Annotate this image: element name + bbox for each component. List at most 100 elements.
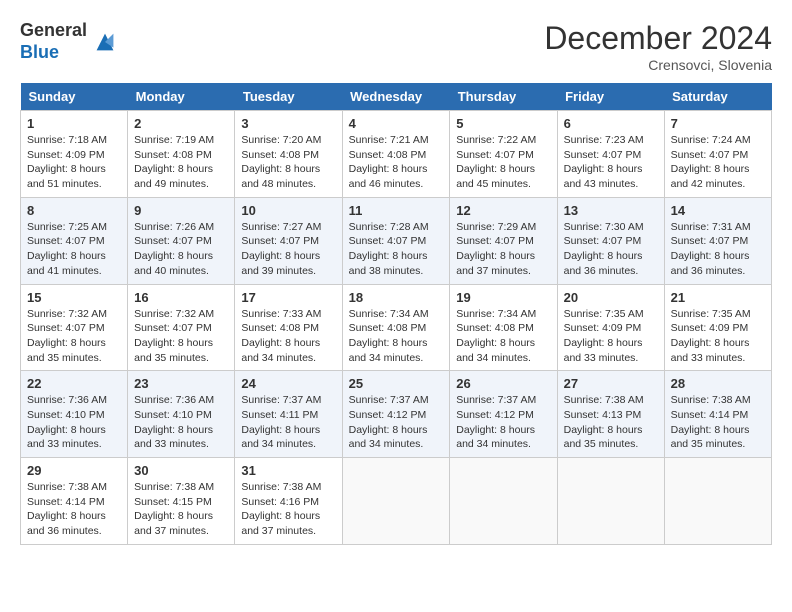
calendar-cell: 5 Sunrise: 7:22 AMSunset: 4:07 PMDayligh… (450, 111, 557, 198)
day-info: Sunrise: 7:38 AMSunset: 4:14 PMDaylight:… (671, 394, 751, 450)
day-info: Sunrise: 7:25 AMSunset: 4:07 PMDaylight:… (27, 221, 107, 277)
calendar-cell: 23 Sunrise: 7:36 AMSunset: 4:10 PMDaylig… (128, 371, 235, 458)
calendar-cell: 8 Sunrise: 7:25 AMSunset: 4:07 PMDayligh… (21, 197, 128, 284)
calendar-day-header: Thursday (450, 83, 557, 111)
calendar-cell: 19 Sunrise: 7:34 AMSunset: 4:08 PMDaylig… (450, 284, 557, 371)
calendar-cell: 25 Sunrise: 7:37 AMSunset: 4:12 PMDaylig… (342, 371, 450, 458)
day-number: 25 (349, 376, 444, 391)
day-number: 5 (456, 116, 550, 131)
day-number: 9 (134, 203, 228, 218)
day-number: 3 (241, 116, 335, 131)
calendar-cell: 11 Sunrise: 7:28 AMSunset: 4:07 PMDaylig… (342, 197, 450, 284)
day-number: 8 (27, 203, 121, 218)
day-number: 19 (456, 290, 550, 305)
calendar-cell: 12 Sunrise: 7:29 AMSunset: 4:07 PMDaylig… (450, 197, 557, 284)
logo-blue: Blue (20, 42, 87, 64)
day-info: Sunrise: 7:37 AMSunset: 4:11 PMDaylight:… (241, 394, 321, 450)
calendar-cell: 27 Sunrise: 7:38 AMSunset: 4:13 PMDaylig… (557, 371, 664, 458)
day-number: 11 (349, 203, 444, 218)
calendar-cell: 24 Sunrise: 7:37 AMSunset: 4:11 PMDaylig… (235, 371, 342, 458)
day-number: 23 (134, 376, 228, 391)
day-info: Sunrise: 7:28 AMSunset: 4:07 PMDaylight:… (349, 221, 429, 277)
calendar-cell: 26 Sunrise: 7:37 AMSunset: 4:12 PMDaylig… (450, 371, 557, 458)
day-info: Sunrise: 7:23 AMSunset: 4:07 PMDaylight:… (564, 134, 644, 190)
location: Crensovci, Slovenia (544, 57, 772, 73)
month-title: December 2024 (544, 20, 772, 57)
calendar-cell: 10 Sunrise: 7:27 AMSunset: 4:07 PMDaylig… (235, 197, 342, 284)
day-number: 16 (134, 290, 228, 305)
calendar-cell: 15 Sunrise: 7:32 AMSunset: 4:07 PMDaylig… (21, 284, 128, 371)
day-info: Sunrise: 7:33 AMSunset: 4:08 PMDaylight:… (241, 308, 321, 364)
day-info: Sunrise: 7:29 AMSunset: 4:07 PMDaylight:… (456, 221, 536, 277)
day-info: Sunrise: 7:30 AMSunset: 4:07 PMDaylight:… (564, 221, 644, 277)
calendar-cell: 4 Sunrise: 7:21 AMSunset: 4:08 PMDayligh… (342, 111, 450, 198)
day-number: 6 (564, 116, 658, 131)
day-number: 26 (456, 376, 550, 391)
logo-text: General Blue (20, 20, 87, 63)
day-number: 31 (241, 463, 335, 478)
day-number: 13 (564, 203, 658, 218)
day-number: 1 (27, 116, 121, 131)
day-info: Sunrise: 7:37 AMSunset: 4:12 PMDaylight:… (349, 394, 429, 450)
calendar-cell: 18 Sunrise: 7:34 AMSunset: 4:08 PMDaylig… (342, 284, 450, 371)
calendar-day-header: Tuesday (235, 83, 342, 111)
calendar-cell: 17 Sunrise: 7:33 AMSunset: 4:08 PMDaylig… (235, 284, 342, 371)
calendar-day-header: Saturday (664, 83, 771, 111)
day-number: 15 (27, 290, 121, 305)
day-number: 18 (349, 290, 444, 305)
calendar-cell: 21 Sunrise: 7:35 AMSunset: 4:09 PMDaylig… (664, 284, 771, 371)
calendar-cell: 22 Sunrise: 7:36 AMSunset: 4:10 PMDaylig… (21, 371, 128, 458)
day-info: Sunrise: 7:38 AMSunset: 4:13 PMDaylight:… (564, 394, 644, 450)
calendar-day-header: Monday (128, 83, 235, 111)
calendar-cell: 2 Sunrise: 7:19 AMSunset: 4:08 PMDayligh… (128, 111, 235, 198)
day-info: Sunrise: 7:18 AMSunset: 4:09 PMDaylight:… (27, 134, 107, 190)
calendar-cell: 30 Sunrise: 7:38 AMSunset: 4:15 PMDaylig… (128, 458, 235, 545)
day-info: Sunrise: 7:32 AMSunset: 4:07 PMDaylight:… (27, 308, 107, 364)
calendar-table: SundayMondayTuesdayWednesdayThursdayFrid… (20, 83, 772, 545)
day-number: 20 (564, 290, 658, 305)
calendar-week-row: 15 Sunrise: 7:32 AMSunset: 4:07 PMDaylig… (21, 284, 772, 371)
day-info: Sunrise: 7:34 AMSunset: 4:08 PMDaylight:… (349, 308, 429, 364)
day-number: 12 (456, 203, 550, 218)
day-info: Sunrise: 7:27 AMSunset: 4:07 PMDaylight:… (241, 221, 321, 277)
day-number: 28 (671, 376, 765, 391)
calendar-cell: 1 Sunrise: 7:18 AMSunset: 4:09 PMDayligh… (21, 111, 128, 198)
day-info: Sunrise: 7:38 AMSunset: 4:16 PMDaylight:… (241, 481, 321, 537)
calendar-week-row: 22 Sunrise: 7:36 AMSunset: 4:10 PMDaylig… (21, 371, 772, 458)
page-header: General Blue December 2024 Crensovci, Sl… (20, 20, 772, 73)
day-number: 7 (671, 116, 765, 131)
day-info: Sunrise: 7:38 AMSunset: 4:14 PMDaylight:… (27, 481, 107, 537)
day-number: 2 (134, 116, 228, 131)
title-block: December 2024 Crensovci, Slovenia (544, 20, 772, 73)
logo: General Blue (20, 20, 119, 63)
day-number: 30 (134, 463, 228, 478)
calendar-day-header: Friday (557, 83, 664, 111)
day-info: Sunrise: 7:35 AMSunset: 4:09 PMDaylight:… (564, 308, 644, 364)
day-info: Sunrise: 7:34 AMSunset: 4:08 PMDaylight:… (456, 308, 536, 364)
calendar-day-header: Wednesday (342, 83, 450, 111)
calendar-week-row: 8 Sunrise: 7:25 AMSunset: 4:07 PMDayligh… (21, 197, 772, 284)
day-info: Sunrise: 7:24 AMSunset: 4:07 PMDaylight:… (671, 134, 751, 190)
day-number: 29 (27, 463, 121, 478)
day-info: Sunrise: 7:22 AMSunset: 4:07 PMDaylight:… (456, 134, 536, 190)
day-info: Sunrise: 7:38 AMSunset: 4:15 PMDaylight:… (134, 481, 214, 537)
day-info: Sunrise: 7:31 AMSunset: 4:07 PMDaylight:… (671, 221, 751, 277)
calendar-cell: 14 Sunrise: 7:31 AMSunset: 4:07 PMDaylig… (664, 197, 771, 284)
day-number: 21 (671, 290, 765, 305)
day-number: 14 (671, 203, 765, 218)
calendar-cell (342, 458, 450, 545)
day-info: Sunrise: 7:26 AMSunset: 4:07 PMDaylight:… (134, 221, 214, 277)
calendar-cell: 7 Sunrise: 7:24 AMSunset: 4:07 PMDayligh… (664, 111, 771, 198)
day-info: Sunrise: 7:35 AMSunset: 4:09 PMDaylight:… (671, 308, 751, 364)
calendar-cell: 29 Sunrise: 7:38 AMSunset: 4:14 PMDaylig… (21, 458, 128, 545)
calendar-cell: 13 Sunrise: 7:30 AMSunset: 4:07 PMDaylig… (557, 197, 664, 284)
day-number: 17 (241, 290, 335, 305)
calendar-header-row: SundayMondayTuesdayWednesdayThursdayFrid… (21, 83, 772, 111)
day-number: 24 (241, 376, 335, 391)
calendar-cell (664, 458, 771, 545)
day-number: 10 (241, 203, 335, 218)
day-number: 4 (349, 116, 444, 131)
day-info: Sunrise: 7:21 AMSunset: 4:08 PMDaylight:… (349, 134, 429, 190)
calendar-day-header: Sunday (21, 83, 128, 111)
calendar-cell: 28 Sunrise: 7:38 AMSunset: 4:14 PMDaylig… (664, 371, 771, 458)
